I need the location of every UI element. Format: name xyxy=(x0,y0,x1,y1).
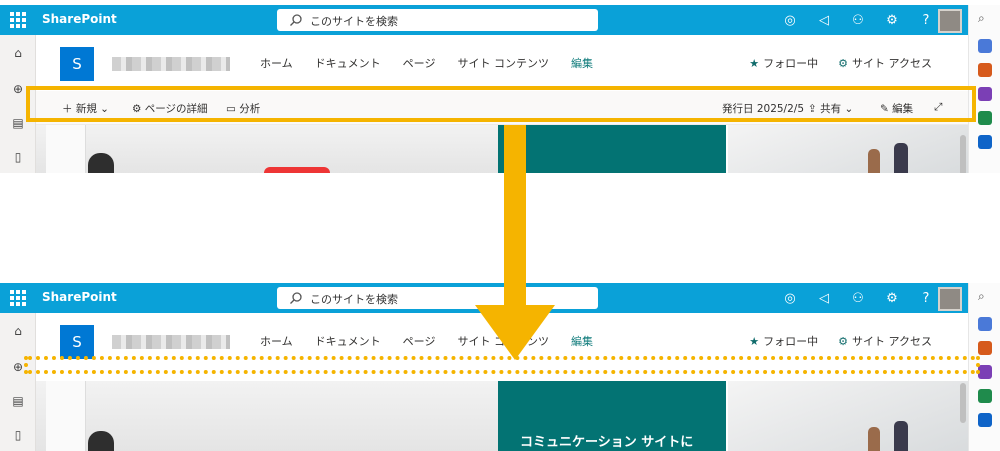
tag-icon[interactable] xyxy=(978,39,992,53)
star-icon: ★ xyxy=(749,57,760,70)
nav-edit[interactable]: 編集 xyxy=(571,55,593,71)
avatar[interactable] xyxy=(938,287,962,311)
document-icon[interactable]: ▯ xyxy=(10,427,26,443)
follow-button[interactable]: ★ フォロー中 xyxy=(749,55,818,71)
follow-label: フォロー中 xyxy=(763,335,819,348)
news-icon[interactable]: ▤ xyxy=(10,115,26,131)
help-icon[interactable]: ? xyxy=(916,288,936,308)
app-name[interactable]: SharePoint xyxy=(42,290,117,304)
people-icon[interactable]: ⚇ xyxy=(848,288,868,308)
nav-site-contents[interactable]: サイト コンテンツ xyxy=(457,55,549,71)
site-name-blurred[interactable] xyxy=(112,335,230,349)
site-header-actions: ★ フォロー中 ⚙ サイト アクセス xyxy=(749,55,932,71)
site-access-button[interactable]: ⚙ サイト アクセス xyxy=(838,333,932,349)
command-bar-highlight xyxy=(26,86,976,122)
search-icon[interactable]: ⌕ xyxy=(978,289,992,303)
megaphone-icon[interactable]: ◁ xyxy=(814,288,834,308)
arrow-down-icon xyxy=(475,125,555,360)
hero-image-left[interactable] xyxy=(36,125,498,173)
people-icon[interactable]: ⚇ xyxy=(848,10,868,30)
avatar[interactable] xyxy=(938,9,962,33)
suite-bar: SharePoint このサイトを検索 ◎ ◁ ⚇ ⚙ ? xyxy=(0,5,968,35)
nav-pages[interactable]: ページ xyxy=(403,333,436,349)
nav-documents[interactable]: ドキュメント xyxy=(315,333,381,349)
scrollbar[interactable] xyxy=(960,383,966,423)
search-box[interactable]: このサイトを検索 xyxy=(277,9,598,31)
hero-image-right[interactable] xyxy=(728,381,968,451)
people-app-icon[interactable] xyxy=(978,389,992,403)
follow-label: フォロー中 xyxy=(763,57,819,70)
site-access-button[interactable]: ⚙ サイト アクセス xyxy=(838,55,932,71)
briefcase-icon[interactable] xyxy=(978,63,992,77)
search-icon[interactable]: ⌕ xyxy=(978,11,992,25)
follow-button[interactable]: ★ フォロー中 xyxy=(749,333,818,349)
briefcase-icon[interactable] xyxy=(978,341,992,355)
home-icon[interactable]: ⌂ xyxy=(10,323,26,339)
nav-edit[interactable]: 編集 xyxy=(571,333,593,349)
site-nav: ホーム ドキュメント ページ サイト コンテンツ 編集 xyxy=(260,55,593,71)
outlook-icon[interactable] xyxy=(978,135,992,149)
waffle-icon[interactable] xyxy=(10,12,26,28)
site-access-label: サイト アクセス xyxy=(852,335,932,348)
hero-image-left[interactable] xyxy=(36,381,498,451)
app-name[interactable]: SharePoint xyxy=(42,12,117,26)
suite-icon-group: ◎ ◁ ⚇ ⚙ ? xyxy=(780,5,936,35)
globe-icon[interactable]: ⊕ xyxy=(10,81,26,97)
people-settings-icon: ⚙ xyxy=(838,57,849,70)
site-header: S ホーム ドキュメント ページ サイト コンテンツ 編集 ★フォロー中 ⚙サイ… xyxy=(36,35,968,91)
nav-home[interactable]: ホーム xyxy=(260,333,293,349)
tag-icon[interactable] xyxy=(978,317,992,331)
news-icon[interactable]: ▤ xyxy=(10,393,26,409)
left-app-bar: ⌂ ⊕ ▤ ▯ xyxy=(0,313,36,451)
megaphone-icon[interactable]: ◁ xyxy=(814,10,834,30)
waffle-icon[interactable] xyxy=(10,290,26,306)
hero-title: コミュニケーション サイトに xyxy=(520,435,694,450)
outlook-icon[interactable] xyxy=(978,413,992,427)
gear-icon[interactable]: ⚙ xyxy=(882,288,902,308)
chess-icon[interactable] xyxy=(978,365,992,379)
chess-icon[interactable] xyxy=(978,87,992,101)
people-app-icon[interactable] xyxy=(978,111,992,125)
hero-tile-teal[interactable]: コミュニケーション サイトに xyxy=(498,381,726,451)
hero-banner: コミュニケーション サイトに xyxy=(36,381,968,451)
site-logo[interactable]: S xyxy=(60,325,94,359)
people-settings-icon: ⚙ xyxy=(838,335,849,348)
command-bar-hidden-highlight xyxy=(24,356,980,374)
copilot-icon[interactable]: ◎ xyxy=(780,10,800,30)
search-placeholder: このサイトを検索 xyxy=(310,293,398,306)
search-icon xyxy=(290,292,302,304)
star-icon: ★ xyxy=(749,335,760,348)
copilot-icon[interactable]: ◎ xyxy=(780,288,800,308)
suite-icon-group: ◎ ◁ ⚇ ⚙ ? xyxy=(780,283,936,313)
nav-home[interactable]: ホーム xyxy=(260,55,293,71)
search-placeholder: このサイトを検索 xyxy=(310,15,398,28)
scrollbar[interactable] xyxy=(960,135,966,173)
nav-pages[interactable]: ページ xyxy=(403,55,436,71)
site-access-label: サイト アクセス xyxy=(852,57,932,70)
hero-image-right[interactable] xyxy=(728,125,968,173)
site-logo[interactable]: S xyxy=(60,47,94,81)
home-icon[interactable]: ⌂ xyxy=(10,45,26,61)
site-header-actions: ★ フォロー中 ⚙ サイト アクセス xyxy=(749,333,932,349)
nav-documents[interactable]: ドキュメント xyxy=(315,55,381,71)
document-icon[interactable]: ▯ xyxy=(10,149,26,165)
help-icon[interactable]: ? xyxy=(916,10,936,30)
gear-icon[interactable]: ⚙ xyxy=(882,10,902,30)
site-name-blurred[interactable] xyxy=(112,57,230,71)
search-icon xyxy=(290,14,302,26)
